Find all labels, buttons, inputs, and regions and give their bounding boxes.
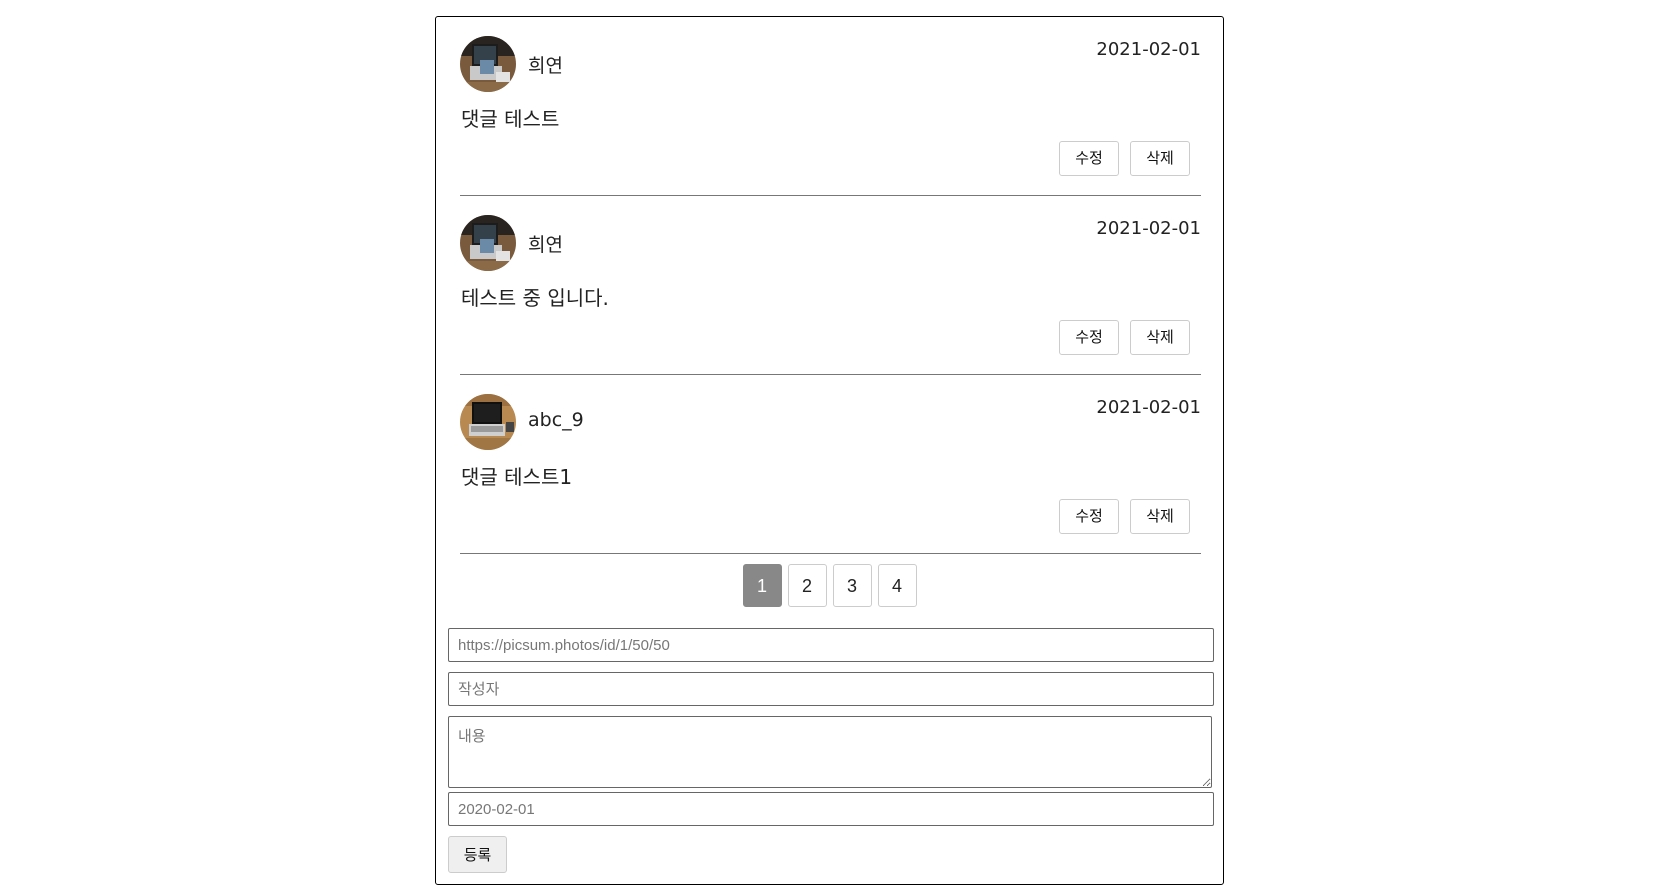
comment-content: 댓글 테스트1 <box>461 465 573 489</box>
content-textarea[interactable] <box>448 716 1212 788</box>
edit-button[interactable]: 수정 <box>1059 141 1119 176</box>
laptop-photo-avatar-icon <box>460 36 516 92</box>
pagination: 1234 <box>436 564 1223 607</box>
delete-button[interactable]: 삭제 <box>1130 499 1190 534</box>
avatar <box>460 215 516 271</box>
avatar <box>460 36 516 92</box>
comment-author: 희연 <box>528 55 563 77</box>
comment-list: 희연 2021-02-01 댓글 테스트 수정 삭제 희연 2021-02-01… <box>460 17 1201 554</box>
delete-button[interactable]: 삭제 <box>1130 141 1190 176</box>
comment-author: 희연 <box>528 234 563 256</box>
edit-button[interactable]: 수정 <box>1059 499 1119 534</box>
comment-board: 희연 2021-02-01 댓글 테스트 수정 삭제 희연 2021-02-01… <box>435 16 1224 885</box>
comment-author: abc_9 <box>528 409 584 431</box>
comment-date: 2021-02-01 <box>1096 39 1201 60</box>
page-button-1[interactable]: 1 <box>742 564 782 607</box>
comment-date: 2021-02-01 <box>1096 397 1201 418</box>
comment-item: 희연 2021-02-01 댓글 테스트 수정 삭제 <box>460 17 1201 196</box>
comment-item: abc_9 2021-02-01 댓글 테스트1 수정 삭제 <box>460 375 1201 554</box>
comment-date: 2021-02-01 <box>1096 218 1201 239</box>
page-button-2[interactable]: 2 <box>787 564 827 607</box>
laptop-photo-avatar-icon <box>460 394 516 450</box>
laptop-photo-avatar-icon <box>460 215 516 271</box>
image-url-input[interactable] <box>448 628 1214 662</box>
delete-button[interactable]: 삭제 <box>1130 320 1190 355</box>
date-input[interactable] <box>448 792 1214 826</box>
comment-content: 댓글 테스트 <box>461 107 560 131</box>
edit-button[interactable]: 수정 <box>1059 320 1119 355</box>
page-button-3[interactable]: 3 <box>832 564 872 607</box>
comment-form: 등록 <box>448 628 1214 873</box>
author-input[interactable] <box>448 672 1214 706</box>
avatar <box>460 394 516 450</box>
submit-button[interactable]: 등록 <box>448 836 507 873</box>
comment-content: 테스트 중 입니다. <box>461 286 609 310</box>
page-button-4[interactable]: 4 <box>877 564 917 607</box>
comment-item: 희연 2021-02-01 테스트 중 입니다. 수정 삭제 <box>460 196 1201 375</box>
